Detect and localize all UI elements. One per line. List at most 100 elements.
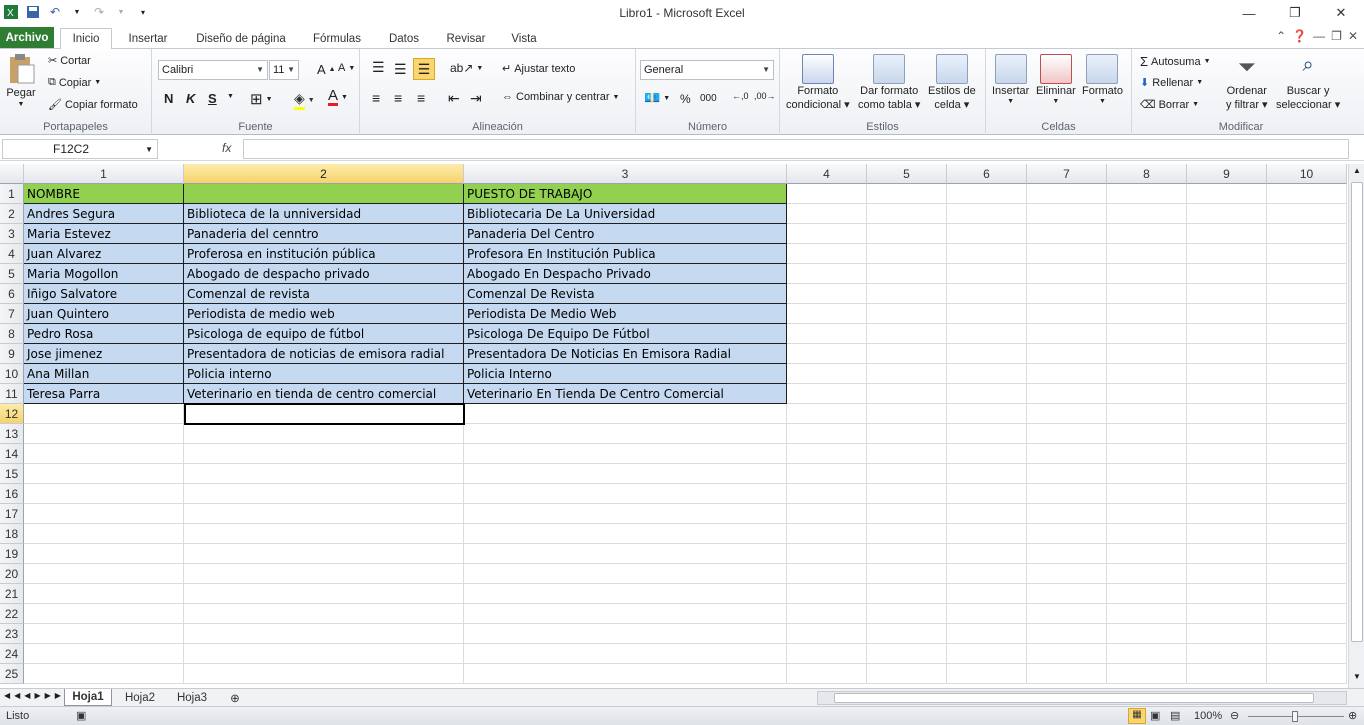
tab-diseno-pagina[interactable]: Diseño de página	[186, 28, 296, 49]
cell[interactable]	[867, 304, 947, 324]
cell[interactable]	[787, 224, 867, 244]
normal-view-icon[interactable]: ▦	[1128, 708, 1146, 724]
cell[interactable]	[1187, 644, 1267, 664]
insert-function-icon[interactable]: fx	[222, 141, 231, 155]
cell[interactable]	[947, 464, 1027, 484]
cell[interactable]	[1187, 464, 1267, 484]
sheet-tab-hoja3[interactable]: Hoja3	[168, 689, 216, 706]
cut-button[interactable]: ✂ Cortar	[48, 54, 91, 68]
cell[interactable]	[867, 224, 947, 244]
cell[interactable]	[1107, 584, 1187, 604]
zoom-in-icon[interactable]: ⊕	[1348, 709, 1357, 722]
cell[interactable]	[787, 284, 867, 304]
cell[interactable]	[867, 244, 947, 264]
cell[interactable]	[867, 624, 947, 644]
row-header[interactable]: 5	[0, 264, 24, 284]
cell[interactable]	[1107, 604, 1187, 624]
cell[interactable]	[24, 664, 184, 684]
cell[interactable]	[787, 424, 867, 444]
cell[interactable]	[947, 264, 1027, 284]
cell[interactable]	[1267, 464, 1347, 484]
increase-decimal-button[interactable]: ←,0	[732, 91, 749, 101]
cell[interactable]	[1187, 324, 1267, 344]
cell[interactable]	[464, 444, 787, 464]
row-header[interactable]: 8	[0, 324, 24, 344]
cell[interactable]	[1187, 504, 1267, 524]
sheet-nav-icons[interactable]: ◀◀◀▶▶▶	[4, 691, 65, 700]
cell[interactable]	[464, 584, 787, 604]
cell[interactable]	[184, 624, 464, 644]
align-top-button[interactable]: ☰	[372, 59, 385, 76]
cell[interactable]	[1267, 344, 1347, 364]
minimize-icon[interactable]: —	[1226, 0, 1272, 26]
cell[interactable]	[24, 424, 184, 444]
font-size-select[interactable]: 11 ▼	[269, 60, 299, 80]
cell[interactable]	[1107, 224, 1187, 244]
cell[interactable]	[787, 644, 867, 664]
cell[interactable]	[787, 664, 867, 684]
cell[interactable]	[1027, 324, 1107, 344]
name-box[interactable]: F12C2 ▼	[2, 139, 158, 159]
cell[interactable]	[1187, 184, 1267, 204]
thousands-button[interactable]: 000	[700, 93, 717, 104]
cell[interactable]	[24, 544, 184, 564]
cell[interactable]	[947, 404, 1027, 424]
column-header[interactable]: 9	[1187, 164, 1267, 184]
cell[interactable]	[787, 564, 867, 584]
cell[interactable]	[1107, 544, 1187, 564]
cell[interactable]	[1267, 284, 1347, 304]
sheet-tab-hoja1[interactable]: Hoja1	[64, 689, 112, 706]
cell[interactable]	[1027, 404, 1107, 424]
cell[interactable]	[24, 644, 184, 664]
cell[interactable]	[1107, 304, 1187, 324]
row-header[interactable]: 11	[0, 384, 24, 404]
cell[interactable]: Pedro Rosa	[24, 324, 184, 344]
cell[interactable]	[947, 324, 1027, 344]
cell[interactable]	[184, 184, 464, 204]
row-header[interactable]: 12	[0, 404, 24, 424]
cell[interactable]	[1187, 344, 1267, 364]
decrease-font-button[interactable]: A ▼	[338, 62, 355, 74]
cell[interactable]	[24, 604, 184, 624]
tab-formulas[interactable]: Fórmulas	[304, 28, 370, 49]
cell[interactable]	[1107, 644, 1187, 664]
cell[interactable]	[867, 344, 947, 364]
increase-font-button[interactable]: A ▲	[317, 62, 336, 77]
page-layout-view-icon[interactable]: ▣	[1150, 709, 1160, 722]
number-format-select[interactable]: General ▼	[640, 60, 774, 80]
cell[interactable]	[867, 284, 947, 304]
zoom-out-icon[interactable]: ⊖	[1230, 709, 1239, 722]
cell[interactable]	[184, 484, 464, 504]
help-icon[interactable]: ❓	[1292, 29, 1307, 43]
cell[interactable]	[1027, 264, 1107, 284]
cell[interactable]	[1027, 444, 1107, 464]
column-header[interactable]: 8	[1107, 164, 1187, 184]
vertical-scrollbar[interactable]: ▲ ▼	[1348, 164, 1364, 688]
cell[interactable]	[1027, 524, 1107, 544]
font-name-select[interactable]: Calibri ▼	[158, 60, 268, 80]
cell[interactable]	[947, 344, 1027, 364]
cell[interactable]	[1267, 604, 1347, 624]
bold-button[interactable]: N	[164, 91, 173, 106]
copy-button[interactable]: ⧉ Copiar ▼	[48, 76, 101, 89]
cell[interactable]	[1187, 364, 1267, 384]
borders-button[interactable]: ⊞ ▼	[250, 90, 273, 108]
cell[interactable]	[1187, 284, 1267, 304]
cell[interactable]	[24, 404, 184, 424]
cell[interactable]	[184, 524, 464, 544]
cell[interactable]	[787, 404, 867, 424]
cell[interactable]	[1107, 264, 1187, 284]
restore-icon[interactable]: ❐	[1272, 0, 1318, 26]
cell[interactable]	[184, 644, 464, 664]
cell[interactable]	[1267, 524, 1347, 544]
column-header[interactable]: 2	[184, 164, 464, 184]
cell[interactable]	[1187, 424, 1267, 444]
cell[interactable]	[787, 244, 867, 264]
cell[interactable]	[947, 284, 1027, 304]
row-header[interactable]: 1	[0, 184, 24, 204]
cell[interactable]	[1027, 604, 1107, 624]
cell[interactable]	[787, 364, 867, 384]
cell[interactable]	[464, 464, 787, 484]
fill-color-button[interactable]: ◈ ▼	[294, 90, 315, 110]
tab-inicio[interactable]: Inicio	[60, 28, 112, 50]
